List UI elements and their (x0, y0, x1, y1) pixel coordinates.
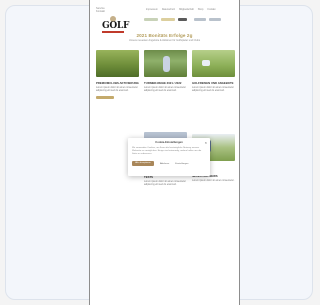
cookie-settings-button[interactable]: Einstellungen (175, 163, 188, 165)
cookie-dialog-buttons: Alle akzeptieren Ablehnen Einstellungen (132, 161, 188, 166)
teaser-button[interactable] (96, 96, 114, 100)
teaser-text: Lorem ipsum dolor sit amet consectetur a… (144, 180, 186, 187)
close-icon[interactable]: × (205, 140, 207, 145)
utility-links: Service Kontakt (96, 7, 105, 13)
main-menu-item-active[interactable] (161, 18, 175, 21)
decline-cookies-button[interactable]: Ablehnen (160, 163, 169, 165)
top-nav-item-kontakt[interactable]: Kontakt (207, 8, 215, 11)
teaser-text: Lorem ipsum dolor sit amet consectetur a… (192, 86, 234, 93)
page-heading: 2021 Bonitäts Erfolge 2g (136, 33, 193, 38)
teaser-text: Lorem ipsum dolor sit amet consectetur a… (96, 86, 138, 93)
cookie-dialog: Cookie-Einstellungen × Wir verwenden Coo… (128, 138, 210, 176)
top-nav-item-datenschutz[interactable]: Datenschutz (162, 8, 175, 11)
main-menu (144, 18, 187, 21)
top-nav-item-mitgliedschaft[interactable]: Mitgliedschaft (179, 8, 194, 11)
top-nav-item-impressum[interactable]: Impressum (146, 8, 158, 11)
teaser-title: PREMIUMCLUBS AKTIVIERUNG (96, 81, 139, 85)
top-nav-item-shop[interactable]: Shop (198, 8, 204, 11)
teaser-title: GOLFREISEN UND ANGEBOTE (192, 81, 234, 85)
teaser-card[interactable]: TURNIER-REIHE 2021 / 2022 Lorem ipsum do… (144, 50, 187, 93)
teaser-image (192, 50, 235, 77)
accept-cookies-button[interactable]: Alle akzeptieren (132, 161, 154, 166)
cookie-dialog-title: Cookie-Einstellungen (155, 141, 183, 144)
teaser-image (96, 50, 139, 77)
teaser-title: TURNIER-REIHE 2021 / 2022 (144, 81, 182, 85)
logo-word: GOLF (102, 21, 130, 31)
cookie-dialog-text: Wir verwenden Cookies, um Ihnen die best… (132, 147, 202, 155)
teaser-image (144, 50, 187, 77)
cart-icon[interactable] (194, 18, 206, 21)
site-logo[interactable]: GOLF (100, 16, 130, 34)
top-nav: Impressum Datenschutz Mitgliedschaft Sho… (146, 8, 215, 11)
account-icon[interactable] (209, 18, 221, 21)
main-menu-item[interactable] (178, 18, 187, 21)
utility-link-contact[interactable]: Kontakt (96, 10, 105, 13)
main-menu-item[interactable] (144, 18, 158, 21)
teaser-text: Lorem ipsum dolor sit amet consectetur. (192, 179, 235, 183)
header-icons (194, 18, 221, 21)
page-subheading: Unsere neuesten Angebote & Aktionen für … (128, 39, 201, 42)
teaser-card[interactable]: PREMIUMCLUBS AKTIVIERUNG Lorem ipsum dol… (96, 50, 139, 100)
teaser-text: Lorem ipsum dolor sit amet consectetur a… (144, 86, 186, 93)
teaser-card[interactable]: GOLFREISEN UND ANGEBOTE Lorem ipsum dolo… (192, 50, 235, 93)
